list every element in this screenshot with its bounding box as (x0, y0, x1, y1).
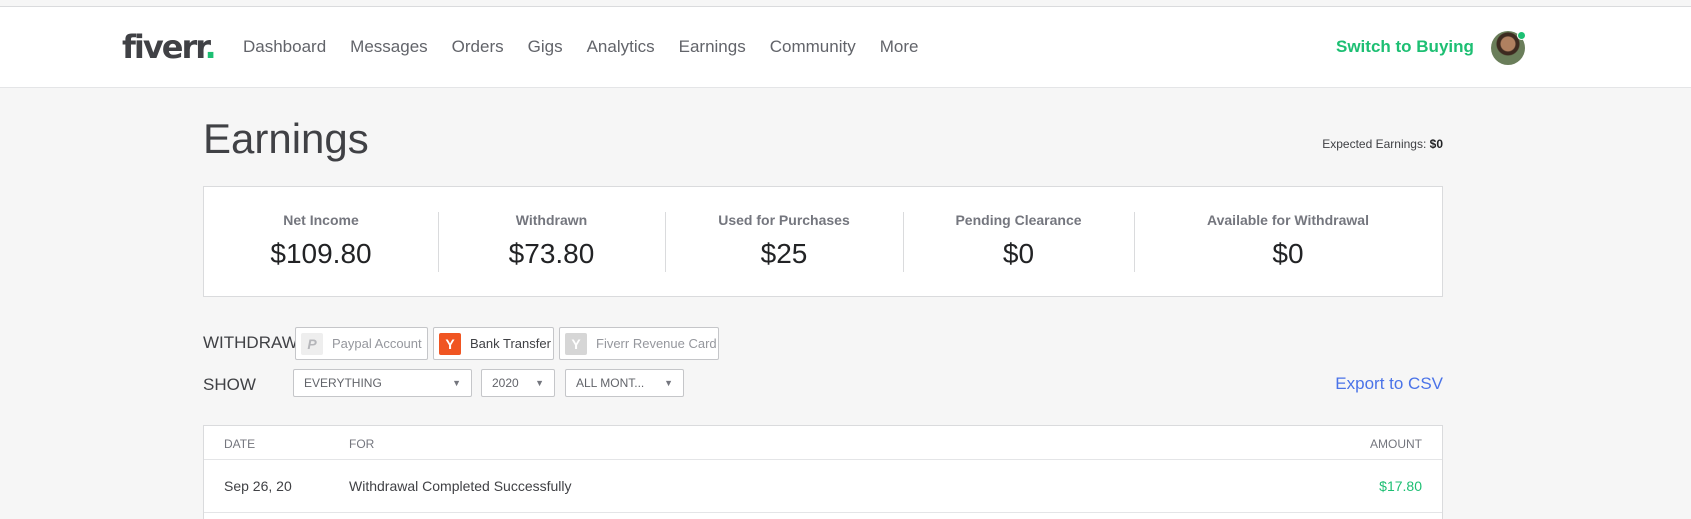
expected-earnings-value: $0 (1429, 137, 1443, 151)
nav-dashboard[interactable]: Dashboard (243, 37, 326, 57)
logo-dot: . (204, 28, 216, 66)
bank-transfer-button[interactable]: Y Bank Transfer (433, 327, 554, 360)
earnings-summary-panel: Net Income $109.80 Withdrawn $73.80 Used… (203, 186, 1443, 297)
withdraw-label: WITHDRAW (203, 333, 298, 352)
month-filter-value: ALL MONT... (576, 376, 645, 390)
export-to-csv-link[interactable]: Export to CSV (1335, 374, 1443, 394)
top-navbar: fiverr. Dashboard Messages Orders Gigs A… (0, 7, 1691, 88)
nav-gigs[interactable]: Gigs (528, 37, 563, 57)
chevron-down-icon: ▼ (535, 378, 544, 388)
earnings-table: DATE FOR AMOUNT Sep 26, 20 Withdrawal Co… (203, 425, 1443, 519)
revenue-card-icon: Y (565, 332, 587, 355)
revenue-card-button[interactable]: Y Fiverr Revenue Card (559, 327, 719, 360)
table-header: DATE FOR AMOUNT (204, 426, 1442, 460)
stat-label: Net Income (283, 212, 359, 228)
stat-label: Used for Purchases (718, 212, 850, 228)
nav-earnings[interactable]: Earnings (679, 37, 746, 57)
stat-value: $25 (760, 238, 808, 269)
paypal-account-label: Paypal Account (332, 336, 422, 351)
nav-community[interactable]: Community (770, 37, 856, 57)
paypal-account-button[interactable]: P Paypal Account (295, 327, 428, 360)
column-header-amount[interactable]: AMOUNT (1370, 437, 1422, 451)
switch-to-buying-link[interactable]: Switch to Buying (1336, 37, 1474, 57)
year-filter-value: 2020 (492, 376, 519, 390)
page-title: Earnings (203, 115, 369, 162)
stat-value: $0 (1002, 238, 1035, 269)
type-filter-select[interactable]: EVERYTHING ▼ (293, 369, 472, 397)
row-description: Withdrawal Completed Successfully (349, 478, 572, 494)
bank-transfer-icon: Y (439, 332, 461, 355)
paypal-icon: P (301, 332, 323, 355)
nav-messages[interactable]: Messages (350, 37, 427, 57)
nav-more[interactable]: More (880, 37, 919, 57)
nav-analytics[interactable]: Analytics (587, 37, 655, 57)
stat-value: $109.80 (270, 238, 372, 269)
column-header-date[interactable]: DATE (224, 437, 255, 451)
logo-text: fiverr (122, 28, 206, 66)
table-row[interactable]: Sep 26, 20 Withdrawal Completed Successf… (204, 461, 1442, 513)
stat-label: Available for Withdrawal (1207, 212, 1369, 228)
column-header-for: FOR (349, 437, 375, 451)
stat-label: Pending Clearance (955, 212, 1082, 228)
online-status-indicator (1517, 31, 1526, 40)
stat-used-for-purchases: Used for Purchases $25 (665, 187, 903, 296)
expected-earnings: Expected Earnings: $0 (1322, 137, 1443, 151)
stat-withdrawn: Withdrawn $73.80 (438, 187, 665, 296)
revenue-card-label: Fiverr Revenue Card (596, 336, 717, 351)
row-amount: $17.80 (1379, 478, 1422, 494)
month-filter-select[interactable]: ALL MONT... ▼ (565, 369, 684, 397)
main-nav: Dashboard Messages Orders Gigs Analytics… (243, 37, 942, 57)
stat-available-for-withdrawal: Available for Withdrawal $0 (1134, 187, 1442, 296)
stat-net-income: Net Income $109.80 (204, 187, 438, 296)
fiverr-logo[interactable]: fiverr. (122, 27, 217, 67)
show-label: SHOW (203, 375, 256, 394)
bank-transfer-label: Bank Transfer (470, 336, 551, 351)
stat-pending-clearance: Pending Clearance $0 (903, 187, 1134, 296)
type-filter-value: EVERYTHING (304, 376, 382, 390)
chevron-down-icon: ▼ (452, 378, 461, 388)
year-filter-select[interactable]: 2020 ▼ (481, 369, 555, 397)
stat-value: $0 (1272, 238, 1304, 269)
chevron-down-icon: ▼ (664, 378, 673, 388)
stat-label: Withdrawn (515, 212, 588, 228)
stat-value: $73.80 (508, 238, 595, 269)
expected-earnings-label: Expected Earnings: (1322, 137, 1430, 151)
nav-orders[interactable]: Orders (452, 37, 504, 57)
row-date: Sep 26, 20 (224, 478, 292, 494)
